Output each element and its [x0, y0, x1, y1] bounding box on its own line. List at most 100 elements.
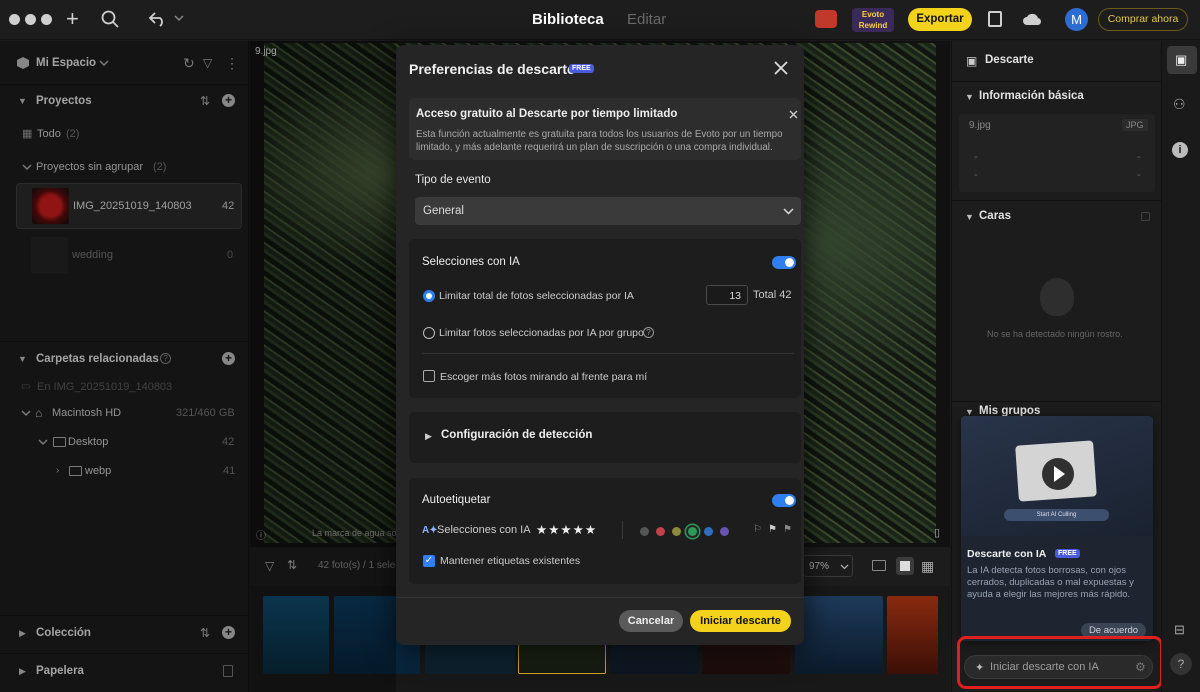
- buy-now-button[interactable]: Comprar ahora: [1098, 8, 1188, 31]
- caret-right-icon: ▶: [425, 431, 432, 441]
- ai-selections-tag-label: Selecciones con IA: [437, 524, 531, 536]
- color-tag-dot[interactable]: [656, 527, 665, 536]
- export-button[interactable]: Exportar: [908, 8, 972, 31]
- info-placeholder: -: [1137, 151, 1141, 163]
- flag-icon[interactable]: ⚐: [753, 524, 762, 535]
- look-ahead-label: Escoger más fotos mirando al frente para…: [440, 371, 648, 383]
- autotag-card: Autoetiquetar A✦ Selecciones con IA ★★★★…: [409, 478, 801, 584]
- culling-tab-icon[interactable]: ▣: [1167, 46, 1197, 74]
- window-dot-icon[interactable]: [25, 14, 36, 25]
- expand-icon[interactable]: [1141, 212, 1150, 221]
- face-placeholder-icon: [1040, 278, 1074, 316]
- compare-view-icon[interactable]: [872, 560, 886, 571]
- promo-illustration: Start AI Culling: [961, 416, 1153, 536]
- promo-video-button[interactable]: Start AI Culling: [1004, 509, 1109, 521]
- culling-preferences-dialog: Preferencias de descarte FREE Acceso gra…: [396, 45, 804, 645]
- image-icon: ▣: [966, 54, 978, 68]
- ai-selection-title: Selecciones con IA: [422, 256, 520, 268]
- keep-tags-checkbox[interactable]: ✓: [423, 555, 435, 567]
- window-dot-icon[interactable]: [9, 14, 20, 25]
- limit-total-value: 13: [729, 290, 741, 302]
- no-faces-text: No se ha detectado ningún rostro.: [987, 329, 1123, 339]
- chevron-down-icon: [840, 564, 849, 570]
- pick-flag-icon[interactable]: ⚑: [768, 524, 777, 535]
- evoto-rewind-badge[interactable]: Evoto Rewind: [852, 8, 894, 32]
- color-tag-dot[interactable]: [640, 527, 649, 536]
- settings-icon[interactable]: ⚙: [1135, 660, 1146, 674]
- plus-icon[interactable]: +: [66, 8, 79, 30]
- avatar[interactable]: M: [1065, 8, 1088, 31]
- close-icon[interactable]: [789, 110, 798, 119]
- limit-total-label: Limitar total de fotos seleccionadas por…: [439, 290, 634, 302]
- limit-total-input[interactable]: 13: [706, 285, 748, 305]
- basic-info-card: 9.jpg JPG - - - -: [959, 114, 1155, 192]
- caret-down-icon[interactable]: ▼: [965, 92, 974, 102]
- search-icon[interactable]: [101, 10, 119, 28]
- tab-edit[interactable]: Editar: [627, 11, 666, 28]
- help-icon[interactable]: ?: [1170, 653, 1192, 675]
- promo-text: La IA detecta fotos borrosas, con ojos c…: [967, 565, 1134, 600]
- start-culling-button[interactable]: Iniciar descarte: [690, 610, 791, 632]
- zoom-value: 97%: [809, 561, 830, 572]
- filmstrip-thumb[interactable]: [887, 596, 938, 674]
- free-access-notice: Acceso gratuito al Descarte por tiempo l…: [409, 98, 801, 160]
- color-tag-dot[interactable]: [720, 527, 729, 536]
- faces-title[interactable]: Caras: [979, 210, 1011, 222]
- autotag-title: Autoetiquetar: [422, 494, 491, 506]
- file-type-badge: JPG: [1122, 119, 1148, 131]
- zoom-select[interactable]: 97%: [803, 555, 853, 577]
- single-view-icon[interactable]: [896, 557, 914, 575]
- cloud-icon[interactable]: [1022, 11, 1042, 27]
- gift-icon[interactable]: [815, 10, 837, 28]
- color-tag-dot[interactable]: [672, 527, 681, 536]
- look-ahead-checkbox[interactable]: [423, 370, 435, 382]
- sparkle-icon: ✦: [975, 662, 985, 674]
- info-placeholder: -: [1137, 169, 1141, 181]
- promo-title: Descarte con IA: [967, 548, 1047, 560]
- top-bar: + Biblioteca Editar Evoto Rewind Exporta…: [0, 0, 1200, 40]
- filmstrip-thumb[interactable]: [795, 596, 883, 674]
- detection-config-label: Configuración de detección: [441, 429, 593, 441]
- undo-icon[interactable]: [148, 11, 168, 27]
- limit-group-radio[interactable]: [423, 327, 435, 339]
- color-tag-dot[interactable]: [704, 527, 713, 536]
- color-tag-dot[interactable]: [688, 527, 697, 536]
- notice-text: Esta función actualmente es gratuita par…: [416, 129, 783, 153]
- info-placeholder: -: [974, 151, 978, 163]
- tab-library[interactable]: Biblioteca: [532, 11, 604, 28]
- file-name: 9.jpg: [969, 120, 991, 131]
- free-badge: FREE: [569, 64, 594, 73]
- caret-down-icon[interactable]: ▼: [965, 212, 974, 222]
- reject-flag-icon[interactable]: ⚑: [783, 524, 792, 535]
- close-icon[interactable]: [774, 61, 788, 75]
- cancel-button[interactable]: Cancelar: [619, 610, 683, 632]
- play-icon[interactable]: [1042, 458, 1074, 490]
- compare-icon[interactable]: ▯: [934, 526, 940, 539]
- grid-view-icon[interactable]: ▦: [921, 558, 934, 575]
- star-rating[interactable]: ★★★★★: [536, 522, 597, 537]
- chevron-down-icon[interactable]: [174, 15, 184, 23]
- detection-config-card[interactable]: ▶ Configuración de detección: [409, 412, 801, 463]
- panel-toggle-icon[interactable]: [988, 11, 1002, 27]
- book-icon[interactable]: ⊟: [1174, 622, 1185, 638]
- ai-selection-toggle[interactable]: [772, 256, 796, 269]
- window-dot-icon[interactable]: [41, 14, 52, 25]
- right-panel: ▣ Descarte ▼ Información básica 9.jpg JP…: [951, 41, 1163, 692]
- free-badge: FREE: [1055, 549, 1080, 558]
- event-type-label: Tipo de evento: [415, 174, 491, 186]
- start-ai-culling-button[interactable]: ✦ Iniciar descarte con IA ⚙: [964, 655, 1153, 679]
- basic-info-title[interactable]: Información básica: [979, 90, 1084, 102]
- notice-title: Acceso gratuito al Descarte por tiempo l…: [416, 108, 678, 120]
- keep-tags-label: Mantener etiquetas existentes: [440, 555, 581, 567]
- autotag-toggle[interactable]: [772, 494, 796, 507]
- app-window: + Biblioteca Editar Evoto Rewind Exporta…: [0, 0, 1200, 692]
- event-type-value: General: [423, 205, 464, 217]
- event-type-select[interactable]: General: [415, 197, 801, 225]
- modal-backdrop: [0, 41, 396, 692]
- right-rail: ▣ ⚇ i ⊟ ?: [1161, 41, 1200, 692]
- panel-title: Descarte: [985, 54, 1034, 66]
- info-icon[interactable]: i: [1172, 142, 1188, 158]
- help-icon[interactable]: ?: [643, 327, 654, 338]
- limit-total-radio[interactable]: [423, 290, 435, 302]
- person-tag-icon[interactable]: ⚇: [1173, 96, 1186, 113]
